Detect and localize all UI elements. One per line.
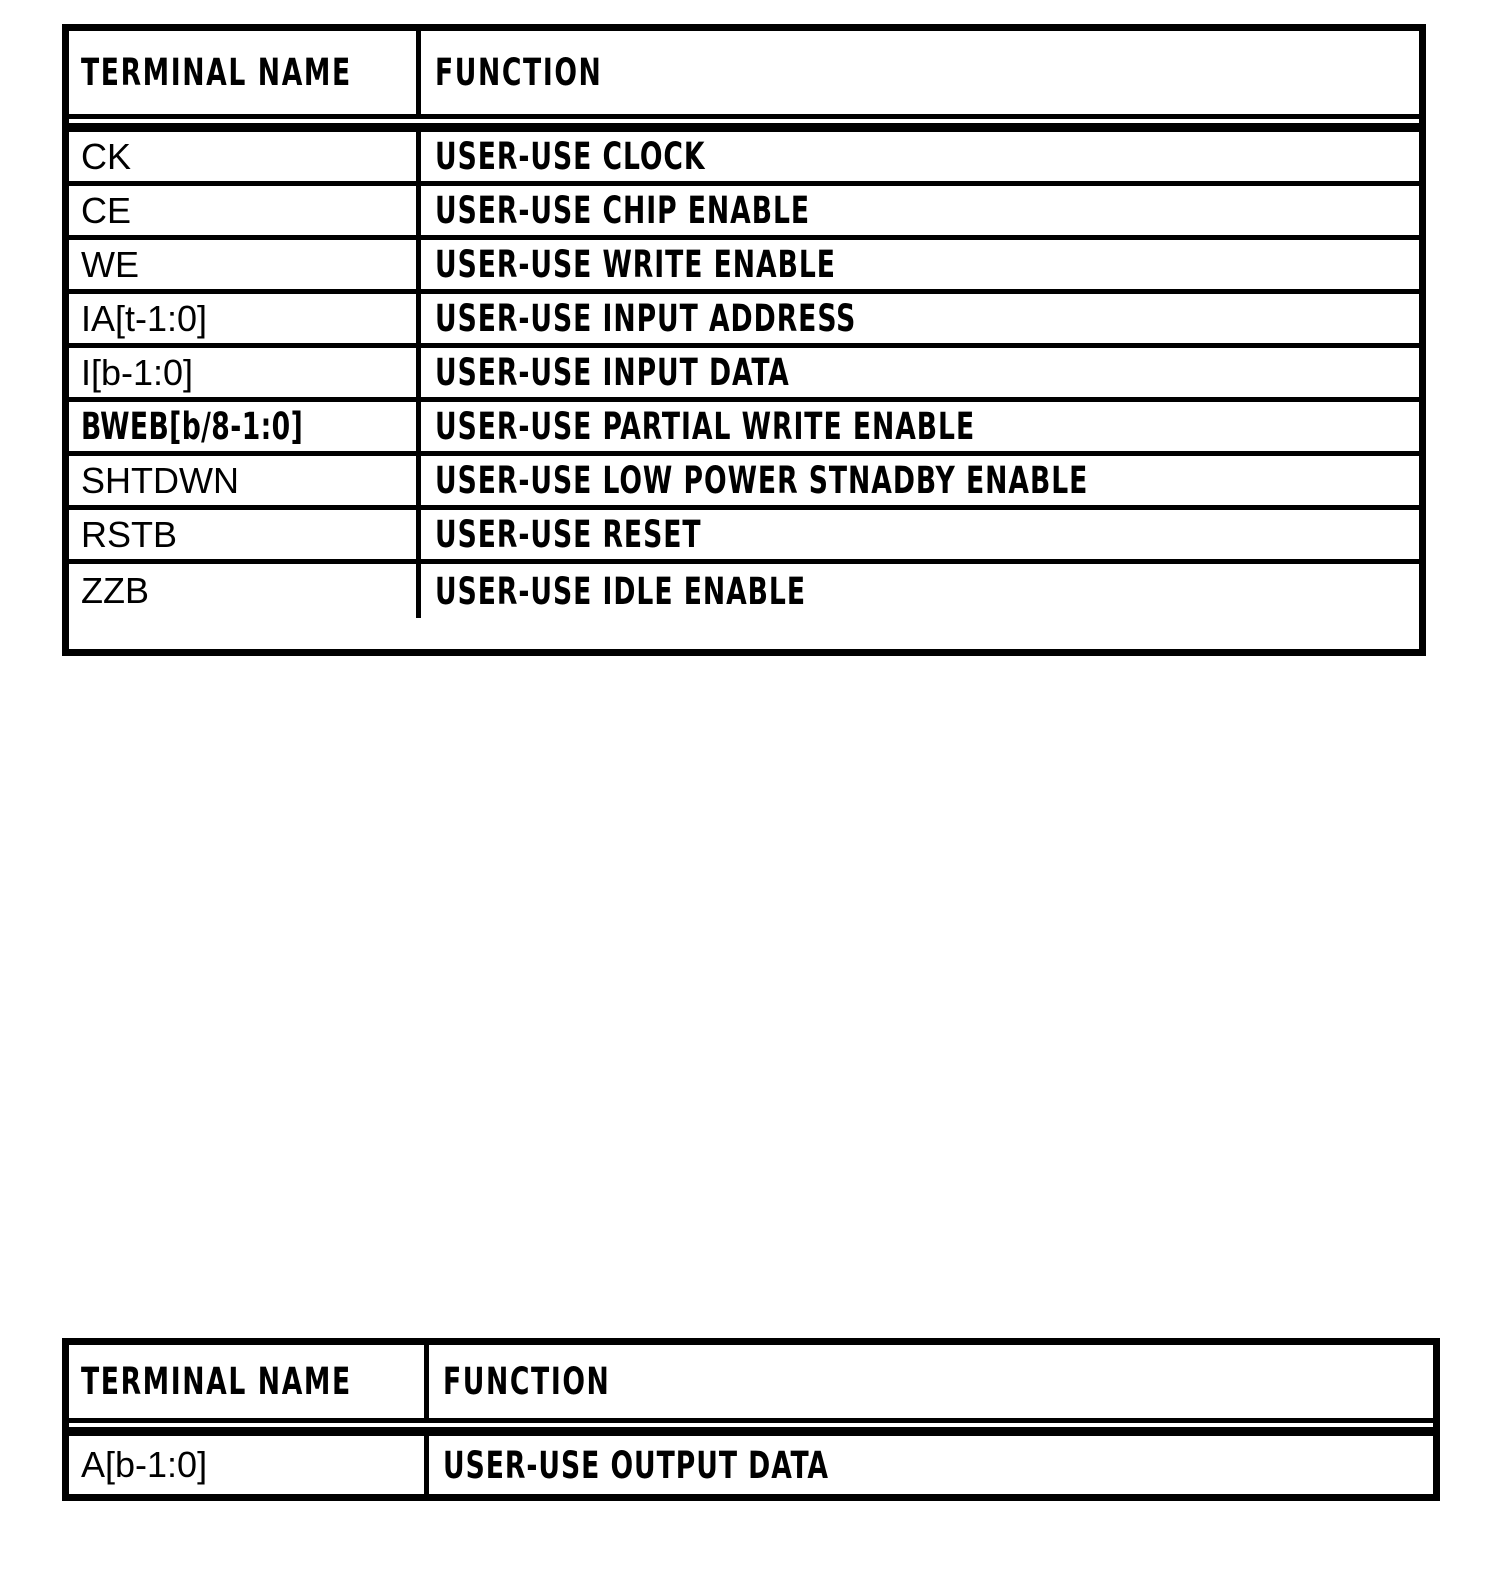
terminal-function-label: USER-USE IDLE ENABLE (435, 569, 807, 613)
terminal-name-cell: WE (69, 240, 421, 289)
table-row: WE USER-USE WRITE ENABLE (69, 240, 1419, 294)
column-header-function: FUNCTION (421, 31, 1419, 114)
terminal-name-cell: A[b-1:0] (69, 1436, 429, 1494)
terminal-function-cell: USER-USE OUTPUT DATA (429, 1436, 1433, 1494)
terminal-function-cell: USER-USE LOW POWER STNADBY ENABLE (421, 456, 1419, 505)
terminal-name-label: IA[t-1:0] (81, 297, 208, 339)
terminal-function-label: USER-USE CHIP ENABLE (435, 189, 811, 232)
table-row: IA[t-1:0] USER-USE INPUT ADDRESS (69, 294, 1419, 348)
table-row: BWEB[b/8-1:0] USER-USE PARTIAL WRITE ENA… (69, 402, 1419, 456)
table-header-row: TERMINAL NAME FUNCTION (69, 1345, 1433, 1423)
terminal-function-label: USER-USE CLOCK (435, 135, 706, 178)
column-header-function: FUNCTION (429, 1345, 1433, 1418)
terminal-function-label: USER-USE OUTPUT DATA (443, 1443, 829, 1487)
terminal-name-label: ZZB (81, 570, 149, 611)
terminal-function-label: USER-USE PARTIAL WRITE ENABLE (435, 405, 976, 448)
terminal-name-label: RSTB (81, 513, 178, 555)
terminal-name-cell: I[b-1:0] (69, 348, 421, 397)
table-row: RSTB USER-USE RESET (69, 510, 1419, 564)
terminal-function-label: USER-USE LOW POWER STNADBY ENABLE (435, 459, 1089, 502)
table-row: ZZB USER-USE IDLE ENABLE (69, 564, 1419, 618)
terminal-name-label: CE (81, 189, 132, 231)
table-row: A[b-1:0] USER-USE OUTPUT DATA (69, 1436, 1433, 1494)
terminal-name-label: SHTDWN (81, 459, 239, 501)
terminal-output-table: TERMINAL NAME FUNCTION A[b-1:0] USER-USE… (62, 1338, 1440, 1501)
terminal-name-cell: BWEB[b/8-1:0] (69, 402, 421, 451)
column-header-terminal-name: TERMINAL NAME (69, 1345, 429, 1418)
terminal-input-table: TERMINAL NAME FUNCTION CK USER-USE CLOCK… (62, 24, 1426, 656)
terminal-name-label: A[b-1:0] (81, 1444, 208, 1485)
column-header-function-label: FUNCTION (435, 51, 603, 94)
column-header-terminal-name-label: TERMINAL NAME (81, 51, 352, 94)
terminal-function-cell: USER-USE CHIP ENABLE (421, 186, 1419, 235)
terminal-function-label: USER-USE WRITE ENABLE (435, 243, 836, 286)
terminal-name-label: I[b-1:0] (81, 351, 194, 393)
terminal-function-cell: USER-USE INPUT DATA (421, 348, 1419, 397)
header-body-divider (69, 119, 1419, 132)
table-row: SHTDWN USER-USE LOW POWER STNADBY ENABLE (69, 456, 1419, 510)
table-header-row: TERMINAL NAME FUNCTION (69, 31, 1419, 119)
terminal-name-label: BWEB[b/8-1:0] (81, 405, 304, 448)
terminal-name-cell: RSTB (69, 510, 421, 559)
column-header-terminal-name: TERMINAL NAME (69, 31, 421, 114)
terminal-function-label: USER-USE RESET (435, 513, 702, 556)
terminal-name-cell: CK (69, 132, 421, 181)
terminal-name-cell: IA[t-1:0] (69, 294, 421, 343)
terminal-function-cell: USER-USE CLOCK (421, 132, 1419, 181)
terminal-function-cell: USER-USE INPUT ADDRESS (421, 294, 1419, 343)
terminal-name-cell: ZZB (69, 564, 421, 618)
table-row: CE USER-USE CHIP ENABLE (69, 186, 1419, 240)
terminal-function-cell: USER-USE PARTIAL WRITE ENABLE (421, 402, 1419, 451)
terminal-name-label: WE (81, 243, 139, 285)
terminal-name-cell: SHTDWN (69, 456, 421, 505)
terminal-function-cell: USER-USE IDLE ENABLE (421, 564, 1419, 618)
table-row: CK USER-USE CLOCK (69, 132, 1419, 186)
column-header-terminal-name-label: TERMINAL NAME (81, 1360, 352, 1403)
column-header-function-label: FUNCTION (443, 1360, 611, 1403)
terminal-function-cell: USER-USE RESET (421, 510, 1419, 559)
terminal-name-cell: CE (69, 186, 421, 235)
terminal-name-label: CK (81, 135, 132, 177)
terminal-function-label: USER-USE INPUT ADDRESS (435, 297, 857, 340)
terminal-function-cell: USER-USE WRITE ENABLE (421, 240, 1419, 289)
terminal-function-label: USER-USE INPUT DATA (435, 351, 790, 394)
table-row: I[b-1:0] USER-USE INPUT DATA (69, 348, 1419, 402)
header-body-divider (69, 1423, 1433, 1436)
